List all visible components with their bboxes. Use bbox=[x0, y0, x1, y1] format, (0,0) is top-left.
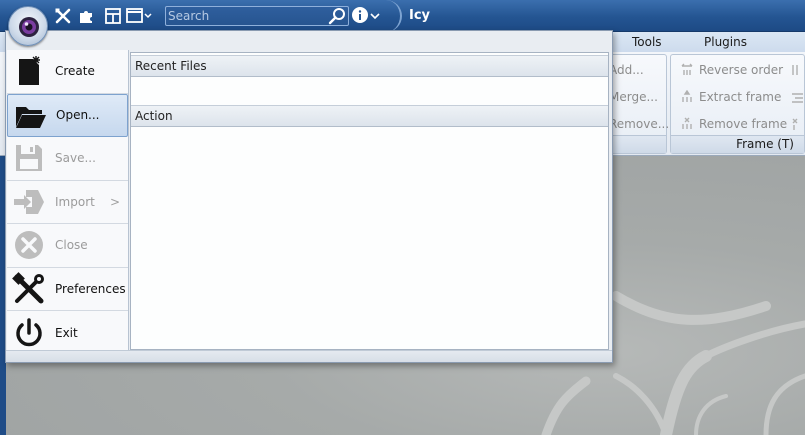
layout-icon[interactable] bbox=[104, 7, 122, 25]
chevron-down-icon[interactable] bbox=[370, 10, 380, 20]
menu-footer bbox=[6, 350, 612, 362]
window-icon[interactable] bbox=[126, 7, 152, 25]
recent-files-header: Recent Files bbox=[131, 55, 608, 77]
menu-item-label: Open... bbox=[56, 108, 100, 123]
ribbon-overflow-icon[interactable] bbox=[791, 90, 805, 104]
add-button[interactable]: Add... bbox=[609, 63, 644, 77]
reverse-order-icon bbox=[681, 63, 693, 75]
reverse-order-button[interactable]: Reverse order bbox=[680, 63, 783, 77]
tools-icon bbox=[12, 271, 46, 306]
menu-detail-panel: Recent Files Action bbox=[130, 52, 609, 350]
floppy-disk-icon bbox=[12, 141, 46, 175]
menu-item-label: Exit bbox=[55, 325, 78, 340]
extract-frame-icon bbox=[682, 90, 692, 102]
title-bar: Icy bbox=[0, 0, 805, 32]
power-icon bbox=[12, 316, 46, 350]
menu-item-label: Save... bbox=[55, 151, 96, 166]
app-title: Icy bbox=[409, 8, 431, 23]
menu-item-label: Close bbox=[55, 238, 88, 253]
app-menu-button[interactable] bbox=[8, 6, 48, 46]
title-separator bbox=[386, 0, 402, 32]
search-icon[interactable] bbox=[328, 7, 346, 25]
group-label-frame: Frame (T) bbox=[671, 135, 804, 153]
menu-item-save[interactable]: Save... bbox=[7, 137, 128, 181]
recent-files-list bbox=[131, 77, 608, 103]
remove-frame-button[interactable]: Remove frame bbox=[680, 117, 787, 131]
menu-item-import[interactable]: Import > bbox=[7, 181, 128, 224]
remove-button[interactable]: Remove... bbox=[609, 117, 669, 131]
folder-open-icon bbox=[13, 98, 47, 132]
close-circle-icon bbox=[12, 228, 46, 262]
menu-item-create[interactable]: Create bbox=[7, 50, 128, 94]
extract-frame-button[interactable]: Extract frame bbox=[680, 90, 781, 104]
menu-item-label: Preferences bbox=[55, 281, 126, 296]
ribbon-overflow-icon[interactable] bbox=[791, 117, 805, 131]
eye-logo-icon bbox=[19, 17, 39, 37]
merge-button[interactable]: Merge... bbox=[609, 90, 658, 104]
remove-frame-icon bbox=[682, 117, 692, 129]
info-icon[interactable] bbox=[352, 7, 368, 23]
action-list bbox=[131, 127, 608, 349]
tab-tools[interactable]: Tools bbox=[632, 35, 662, 49]
menu-item-label: Import bbox=[55, 194, 95, 209]
action-header: Action bbox=[131, 105, 608, 127]
puzzle-icon[interactable] bbox=[77, 7, 95, 25]
import-icon bbox=[12, 185, 46, 219]
menu-items-list: Create Open... Save... Import > Close Pr… bbox=[7, 50, 129, 352]
menu-item-open[interactable]: Open... bbox=[7, 93, 128, 137]
search-input[interactable] bbox=[168, 8, 326, 24]
application-menu: Create Open... Save... Import > Close Pr… bbox=[5, 30, 613, 363]
tools-icon[interactable] bbox=[54, 7, 72, 25]
menu-header bbox=[6, 31, 612, 50]
tab-plugins[interactable]: Plugins bbox=[704, 35, 747, 49]
new-file-icon bbox=[12, 54, 46, 88]
ribbon-overflow-icon[interactable] bbox=[791, 63, 805, 77]
menu-item-close[interactable]: Close bbox=[7, 224, 128, 268]
menu-item-label: Create bbox=[55, 64, 95, 79]
menu-item-exit[interactable]: Exit bbox=[7, 311, 128, 355]
menu-item-preferences[interactable]: Preferences bbox=[7, 268, 128, 311]
search-box[interactable] bbox=[165, 6, 349, 26]
ribbon-group-frame: Reverse order Extract frame Remove frame… bbox=[670, 54, 805, 154]
submenu-arrow-icon: > bbox=[109, 194, 120, 209]
